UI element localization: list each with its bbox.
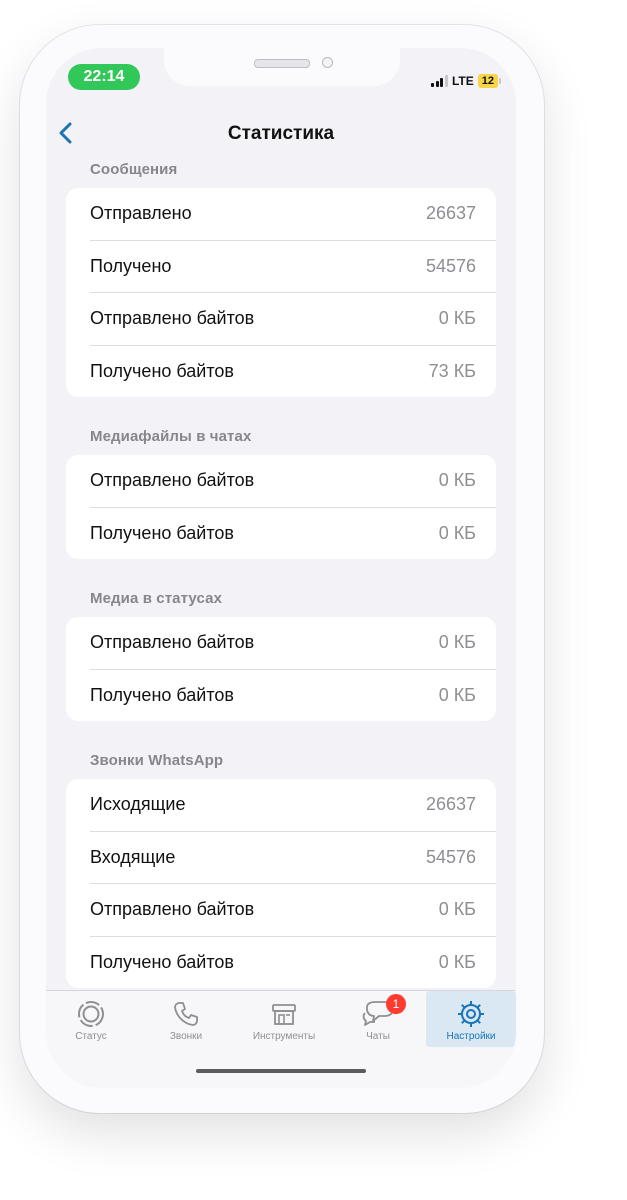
screen: 22:14 LTE 12 Статистика Сообщения Отправ… (46, 48, 516, 1088)
tab-label: Звонки (169, 1031, 203, 1042)
list-item: Отправлено байтов 0 КБ (90, 455, 496, 508)
section-messages: Отправлено 26637 Получено 54576 Отправлено… (66, 188, 496, 397)
list-item: Получено байтов 0 КБ (90, 670, 496, 722)
tab-tools[interactable]: Инструменты (232, 991, 336, 1047)
section-status-media: Отправлено байтов 0 КБ Получено байтов 0 К… (66, 617, 496, 721)
tab-bar: Статус Звонки Инструменты Чаты 1 Настрой… (46, 990, 516, 1088)
section-chat-media: Отправлено байтов 0 КБ Получено байтов 0 К… (66, 455, 496, 559)
section-calls: Исходящие 26637 Входящие 54576 Отправлено … (66, 779, 496, 988)
row-value: 54576 (425, 846, 476, 867)
tab-label: Настройки (446, 1031, 496, 1042)
row-label: Получено байтов (90, 360, 234, 381)
list-item: Получено байтов 73 КБ (90, 346, 496, 398)
battery-icon: 12 (477, 74, 502, 88)
row-label: Отправлено байтов (90, 632, 255, 653)
row-label: Исходящие (90, 794, 186, 815)
row-value: 0 КБ (438, 632, 476, 653)
list-item: Отправлено байтов 0 КБ (90, 293, 496, 346)
section-title-messages: Сообщения (90, 161, 178, 178)
row-value: 0 КБ (438, 951, 476, 972)
unread-badge: 1 (386, 994, 406, 1014)
row-label: Отправлено байтов (90, 470, 255, 491)
page-title: Статистика (227, 123, 335, 144)
section-title-chat-media: Медиафайлы в чатах (90, 428, 252, 445)
list-item: Отправлено байтов 0 КБ (90, 884, 496, 937)
list-item: Отправлено 26637 (90, 188, 496, 241)
list-item: Получено байтов 0 КБ (90, 937, 496, 989)
front-camera (322, 57, 333, 68)
network-type: LTE (451, 74, 474, 88)
row-label: Отправлено байтов (90, 308, 255, 329)
tab-label: Инструменты (252, 1031, 316, 1042)
row-value: 0 КБ (438, 684, 476, 705)
list-item: Отправлено байтов 0 КБ (90, 617, 496, 670)
row-value: 0 КБ (438, 899, 476, 920)
home-indicator (196, 1069, 366, 1073)
row-value: 0 КБ (438, 522, 476, 543)
section-title-status-media: Медиа в статусах (90, 590, 223, 607)
speaker (254, 59, 310, 68)
row-label: Получено байтов (90, 951, 234, 972)
list-item: Получено байтов 0 КБ (90, 508, 496, 560)
row-value: 0 КБ (438, 308, 476, 329)
row-value: 26637 (425, 203, 476, 224)
list-item: Получено 54576 (90, 241, 496, 293)
phone-icon (174, 1002, 198, 1026)
signal-bars-icon (431, 75, 448, 87)
status-time: 22:14 (68, 64, 140, 90)
tab-status[interactable]: Статус (52, 991, 130, 1047)
list-item: Входящие 54576 (90, 832, 496, 884)
row-label: Получено байтов (90, 522, 234, 543)
row-label: Отправлено байтов (90, 899, 255, 920)
settings-gear-icon (458, 1001, 484, 1027)
row-value: 73 КБ (428, 360, 476, 381)
list-item: Исходящие 26637 (90, 779, 496, 832)
tab-calls[interactable]: Звонки (146, 991, 226, 1047)
row-value: 26637 (425, 794, 476, 815)
row-label: Получено (90, 255, 172, 276)
row-label: Входящие (90, 846, 176, 867)
tab-settings[interactable]: Настройки (426, 991, 516, 1047)
row-value: 54576 (425, 255, 476, 276)
tab-label: Статус (75, 1031, 107, 1042)
status-indicators: LTE 12 (431, 72, 502, 90)
store-icon (272, 1004, 296, 1025)
row-label: Отправлено (90, 203, 192, 224)
statistics-list: Сообщения Отправлено 26637 Получено 54576 … (66, 160, 496, 1018)
tab-chats[interactable]: Чаты 1 (342, 991, 414, 1047)
row-label: Получено байтов (90, 684, 234, 705)
row-value: 0 КБ (438, 470, 476, 491)
status-icon (78, 1001, 104, 1027)
section-title-calls: Звонки WhatsApp (90, 752, 224, 769)
navigation-bar: Статистика (46, 118, 516, 150)
tab-label: Чаты (366, 1031, 390, 1042)
